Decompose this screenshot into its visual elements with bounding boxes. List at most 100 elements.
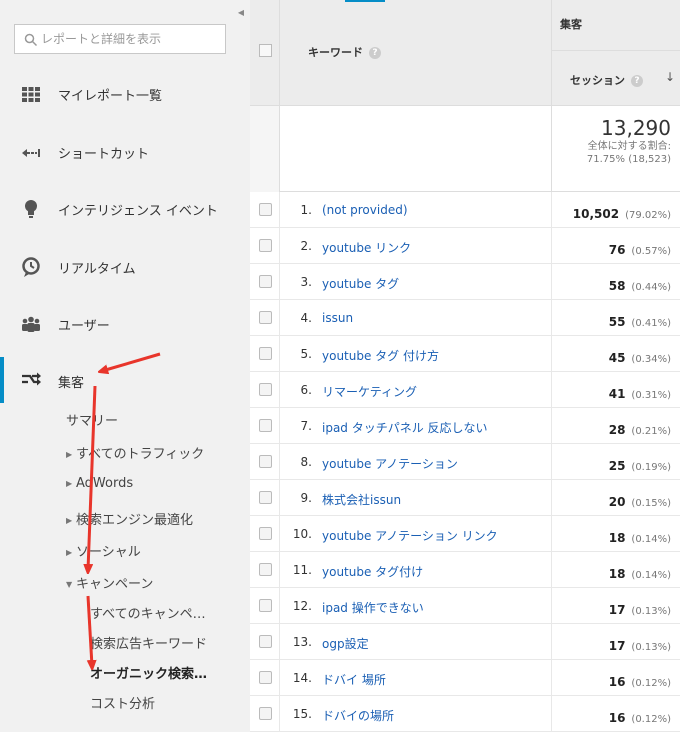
sub-adwords[interactable]: ▶ AdWords — [66, 476, 133, 491]
keyword-link[interactable]: ipad タッチパネル 反応しない — [322, 419, 488, 436]
sessions-header-label: セッション — [570, 74, 625, 87]
sub-paid-keywords[interactable]: 検索広告キーワード — [90, 633, 207, 652]
sessions-value: 16 — [608, 711, 626, 725]
sessions-value: 20 — [608, 495, 626, 509]
keyword-table: キーワード? 集客 セッション? ↓ 13,290 全体に対する割合: 71.7… — [250, 0, 680, 732]
sessions-value: 18 — [608, 531, 626, 545]
row-checkbox-cell — [250, 336, 280, 372]
help-icon[interactable]: ? — [631, 75, 643, 87]
sessions-percent: (0.13%) — [631, 642, 671, 653]
sessions-value: 55 — [608, 315, 626, 329]
row-checkbox[interactable] — [259, 491, 272, 504]
row-checkbox[interactable] — [259, 671, 272, 684]
sessions-column-header[interactable]: セッション? — [570, 72, 643, 88]
collapse-sidebar-button[interactable]: ◀ — [232, 0, 250, 26]
keyword-link[interactable]: youtube リンク — [322, 239, 411, 256]
row-checkbox[interactable] — [259, 455, 272, 468]
nav-intelligence-events[interactable]: インテリジェンス イベント — [0, 181, 250, 237]
nav-users[interactable]: ユーザー — [0, 296, 250, 352]
sort-desc-icon[interactable]: ↓ — [665, 70, 675, 84]
keyword-link[interactable]: youtube タグ 付け方 — [322, 347, 439, 364]
keyword-column-header[interactable]: キーワード? — [308, 44, 381, 60]
row-checkbox[interactable] — [259, 239, 272, 252]
keyword-link[interactable]: ipad 操作できない — [322, 599, 424, 616]
sessions-percent: (0.31%) — [631, 390, 671, 401]
row-checkbox[interactable] — [259, 347, 272, 360]
sessions-cell: 16 (0.12%) — [551, 660, 680, 696]
nav-realtime[interactable]: リアルタイム — [0, 239, 250, 295]
sessions-percent: (0.44%) — [631, 282, 671, 293]
table-row: 2. youtube リンク 76 (0.57%) — [250, 228, 680, 264]
keyword-link[interactable]: ogp設定 — [322, 635, 369, 652]
keyword-link[interactable]: issun — [322, 311, 353, 325]
nav-label: リアルタイム — [58, 262, 136, 277]
table-row: 9. 株式会社issun 20 (0.15%) — [250, 480, 680, 516]
nav-acquisition[interactable]: 集客 — [0, 357, 250, 413]
sessions-value: 17 — [608, 639, 626, 653]
row-checkbox[interactable] — [259, 599, 272, 612]
sub-organic-keywords[interactable]: オーガニック検索… — [90, 663, 207, 682]
row-checkbox-cell — [250, 660, 280, 696]
acquisition-group-header: 集客 セッション? ↓ — [551, 0, 680, 106]
summary-blank-cell — [250, 106, 280, 192]
row-checkbox[interactable] — [259, 311, 272, 324]
search-icon — [24, 33, 38, 47]
row-checkbox[interactable] — [259, 563, 272, 576]
expand-triangle-icon: ▶ — [66, 516, 73, 525]
sessions-percent: (0.13%) — [631, 606, 671, 617]
sessions-percent: (0.12%) — [631, 678, 671, 689]
row-checkbox[interactable] — [259, 203, 272, 216]
sub-seo[interactable]: ▶ 検索エンジン最適化 — [66, 509, 193, 528]
sessions-cell: 28 (0.21%) — [551, 408, 680, 444]
row-checkbox[interactable] — [259, 275, 272, 288]
sub-all-campaigns[interactable]: すべてのキャンペ… — [90, 603, 206, 622]
row-checkbox-cell — [250, 264, 280, 300]
expand-triangle-icon: ▶ — [66, 548, 73, 557]
keyword-link[interactable]: (not provided) — [322, 203, 408, 217]
sub-all-traffic[interactable]: ▶ すべてのトラフィック — [66, 443, 204, 462]
sessions-cell: 18 (0.14%) — [551, 552, 680, 588]
row-checkbox[interactable] — [259, 527, 272, 540]
row-checkbox[interactable] — [259, 635, 272, 648]
sub-cost-analysis[interactable]: コスト分析 — [90, 693, 155, 712]
sub-summary[interactable]: サマリー — [66, 410, 118, 429]
row-index: 14. — [292, 671, 312, 685]
keyword-link[interactable]: ドバイ 場所 — [322, 671, 386, 688]
row-checkbox-cell — [250, 444, 280, 480]
keyword-link[interactable]: youtube アノテーション リンク — [322, 527, 498, 544]
report-search-box[interactable] — [14, 24, 226, 54]
keyword-link[interactable]: 株式会社issun — [322, 491, 401, 508]
row-checkbox-cell — [250, 552, 280, 588]
table-row: 1. (not provided) 10,502 (79.02%) — [250, 192, 680, 228]
table-row: 4. issun 55 (0.41%) — [250, 300, 680, 336]
row-checkbox[interactable] — [259, 707, 272, 720]
sessions-value: 10,502 — [572, 207, 620, 221]
table-row: 11. youtube タグ付け 18 (0.14%) — [250, 552, 680, 588]
select-all-checkbox[interactable] — [259, 44, 272, 57]
nav-shortcuts[interactable]: ショートカット — [0, 124, 250, 180]
sub-campaigns[interactable]: ▼ キャンペーン — [66, 573, 153, 592]
sub-social[interactable]: ▶ ソーシャル — [66, 541, 141, 560]
keyword-link[interactable]: youtube アノテーション — [322, 455, 458, 472]
row-index: 11. — [292, 563, 312, 577]
sessions-cell: 76 (0.57%) — [551, 228, 680, 264]
help-icon[interactable]: ? — [369, 47, 381, 59]
sessions-value: 45 — [608, 351, 626, 365]
sessions-percent: (0.34%) — [631, 354, 671, 365]
nav-label: マイレポート一覧 — [58, 89, 163, 104]
grid-icon — [22, 87, 40, 102]
nav-my-reports[interactable]: マイレポート一覧 — [0, 66, 250, 122]
search-input[interactable] — [41, 30, 221, 48]
keyword-link[interactable]: ドバイの場所 — [322, 707, 394, 724]
keyword-link[interactable]: リマーケティング — [322, 383, 417, 400]
summary-value-cell: 13,290 全体に対する割合: 71.75% (18,523) — [551, 106, 680, 192]
row-checkbox[interactable] — [259, 419, 272, 432]
keyword-link[interactable]: youtube タグ — [322, 275, 399, 292]
header-divider — [552, 50, 680, 51]
row-index: 12. — [292, 599, 312, 613]
row-checkbox[interactable] — [259, 383, 272, 396]
share-value: 71.75% (18,523) — [586, 154, 671, 165]
sessions-cell: 16 (0.12%) — [551, 696, 680, 732]
keyword-link[interactable]: youtube タグ付け — [322, 563, 423, 580]
sessions-cell: 55 (0.41%) — [551, 300, 680, 336]
